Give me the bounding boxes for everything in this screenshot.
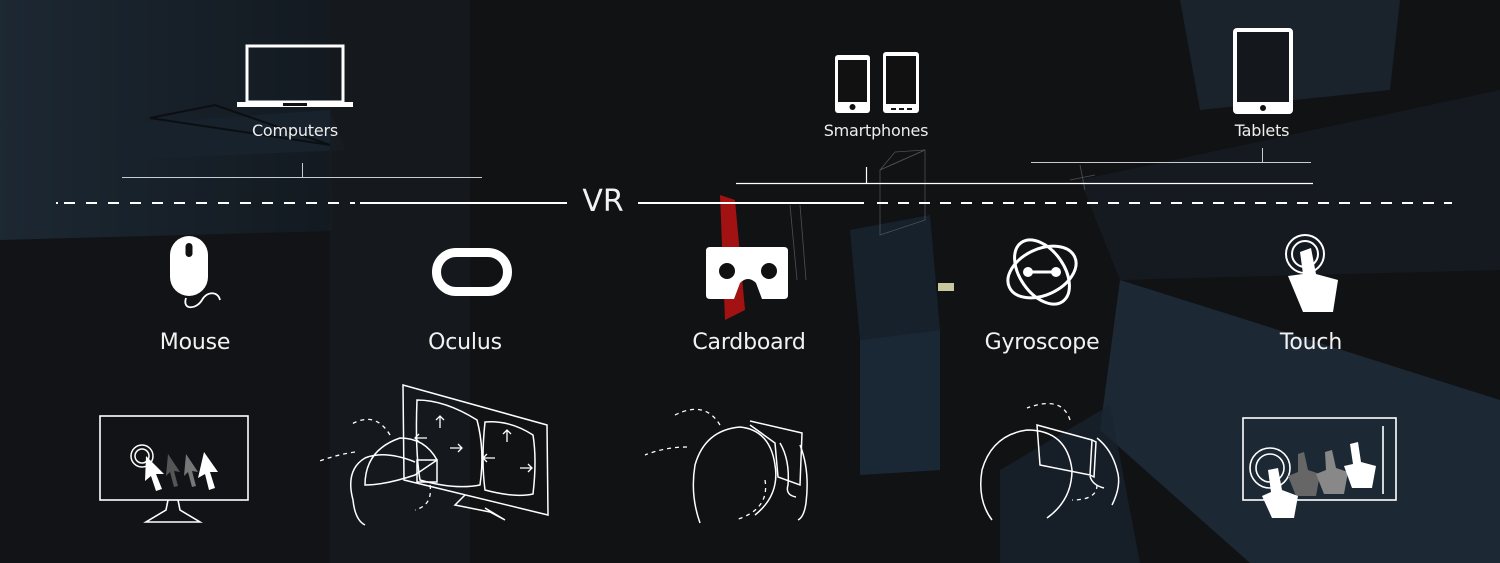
bracket-tablets: [1031, 148, 1311, 163]
oculus-icon: [432, 248, 512, 296]
input-label-gyroscope: Gyroscope: [984, 330, 1100, 355]
touch-icon: [1285, 234, 1338, 312]
input-label-cardboard: Cardboard: [692, 330, 806, 355]
input-label-oculus: Oculus: [428, 330, 502, 355]
oculus-head-illustration: [316, 384, 549, 526]
cursor-icon: [145, 456, 164, 491]
vr-label: VR: [582, 184, 624, 219]
vr-input-diagram: Computers Smartphones Tablets VR Mouse O…: [0, 0, 1500, 563]
bracket-smartphones: [736, 167, 1313, 185]
cardboard-head-illustration: [644, 408, 808, 524]
gyroscope-icon: [1006, 238, 1078, 306]
monitor-cursor-illustration: [99, 415, 249, 523]
bracket-computers: [122, 163, 482, 178]
touch-screen-illustration: [1242, 417, 1397, 518]
mouse-icon: [170, 236, 221, 309]
gyroscope-head-illustration: [980, 402, 1120, 521]
cursor-trail-icon: [166, 454, 198, 487]
input-label-mouse: Mouse: [159, 330, 231, 355]
cardboard-icon: [706, 247, 788, 299]
input-label-touch: Touch: [1279, 330, 1343, 355]
range-brackets: [56, 148, 1452, 204]
